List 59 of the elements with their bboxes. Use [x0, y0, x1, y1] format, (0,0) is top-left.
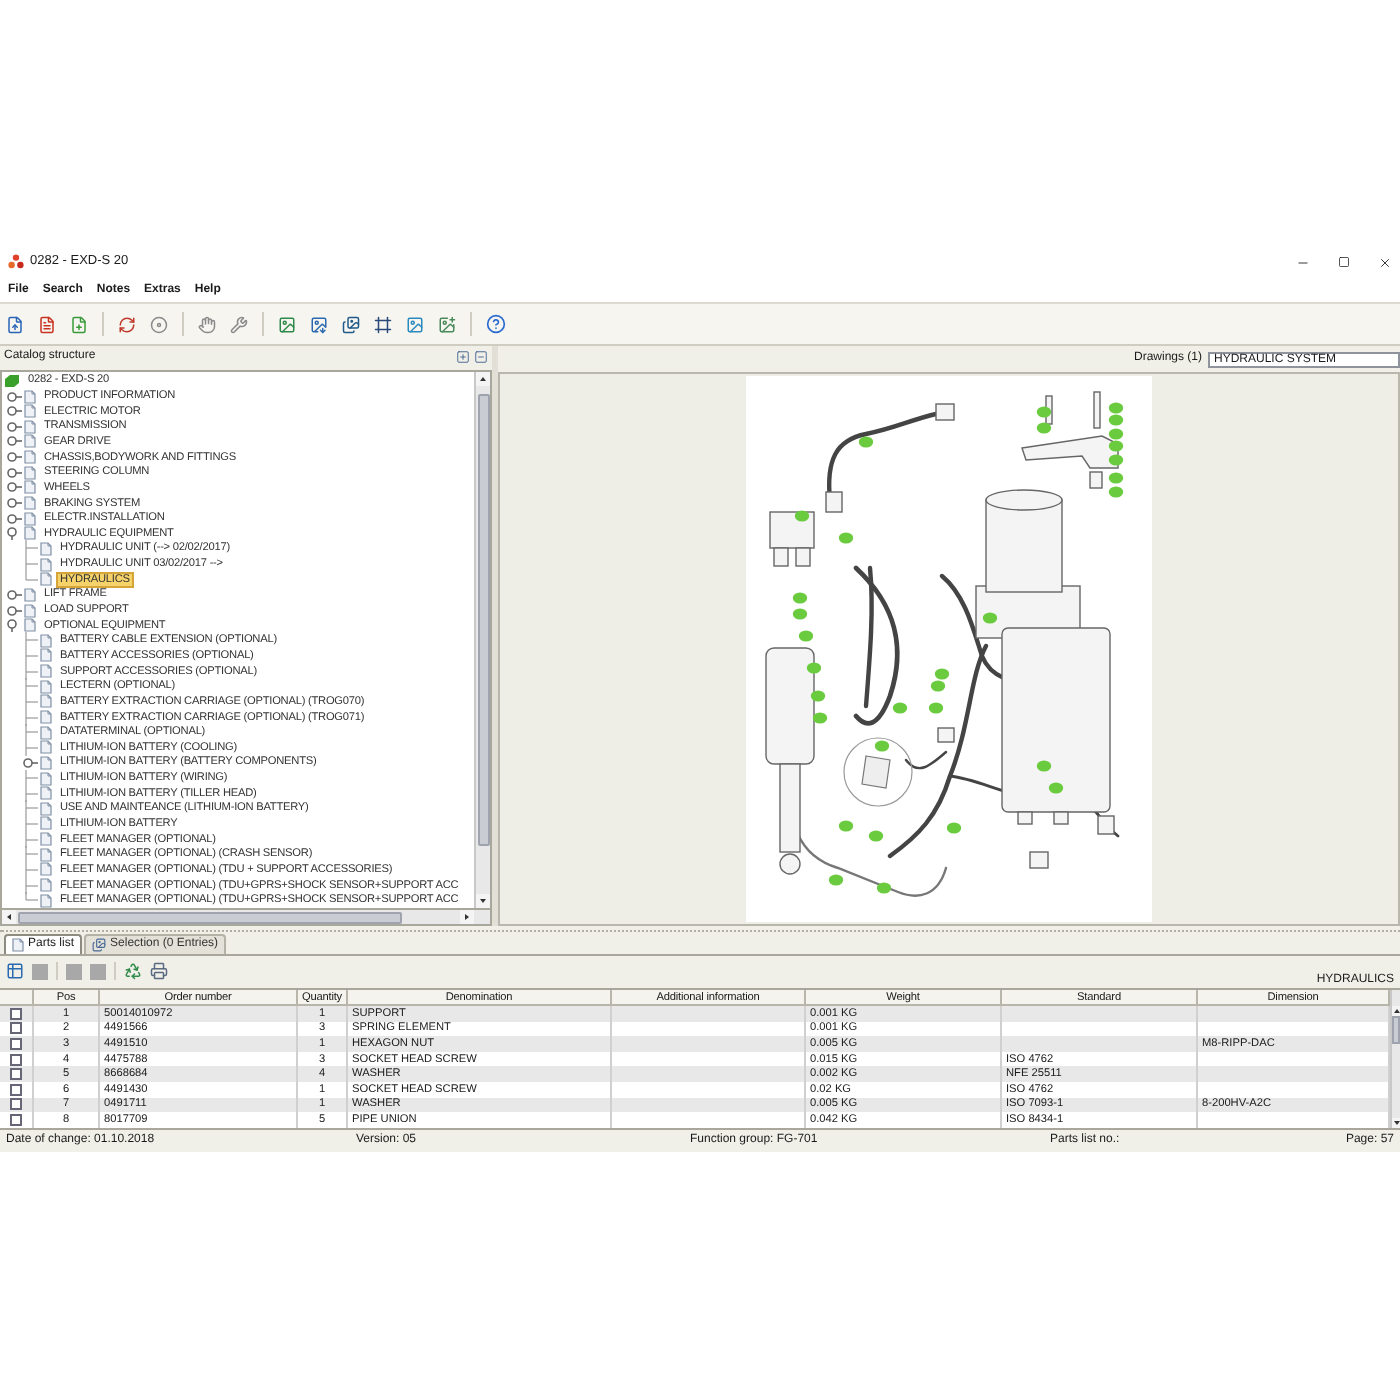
tree-handle-icon[interactable]	[6, 419, 22, 434]
pictures-icon[interactable]	[342, 315, 360, 333]
tree-handle-icon[interactable]	[6, 450, 22, 465]
document-icon	[12, 938, 24, 952]
document-arrow-icon[interactable]	[6, 315, 24, 333]
tree-handle-icon[interactable]	[6, 434, 22, 449]
tree-handle-icon[interactable]	[6, 496, 22, 511]
collapse-all-icon[interactable]	[474, 350, 488, 365]
tree-handle-icon[interactable]	[6, 603, 22, 617]
picture-plus-icon[interactable]	[438, 315, 456, 333]
picture-icon[interactable]	[310, 315, 328, 333]
expand-all-icon[interactable]	[456, 350, 470, 365]
recycle-icon[interactable]	[124, 962, 142, 980]
app-logo-icon	[8, 254, 24, 270]
pictures-icon	[92, 938, 107, 952]
scroll-up-icon[interactable]	[476, 371, 490, 386]
tree-handle-icon[interactable]	[6, 465, 22, 480]
printer-icon[interactable]	[150, 962, 168, 980]
scroll-down-icon[interactable]	[476, 894, 490, 908]
vertical-scrollbar[interactable]	[474, 371, 490, 908]
scroll-down-icon[interactable]	[1392, 1117, 1400, 1128]
row-checkbox[interactable]	[10, 1053, 22, 1066]
help-icon[interactable]	[486, 314, 506, 334]
tree-handle-icon[interactable]	[6, 511, 22, 526]
tree-handle-icon[interactable]	[6, 389, 22, 404]
picture-icon[interactable]	[278, 315, 296, 333]
scroll-up-icon[interactable]	[1392, 1006, 1400, 1016]
row-checkbox[interactable]	[10, 1113, 22, 1126]
row-checkbox[interactable]	[10, 1022, 22, 1035]
document-icon[interactable]	[38, 315, 56, 333]
row-checkbox[interactable]	[10, 1083, 22, 1096]
tree-handle-icon[interactable]	[6, 587, 22, 602]
refresh-icon[interactable]	[118, 315, 136, 333]
scroll-left-icon[interactable]	[2, 910, 16, 924]
tree-handle-icon[interactable]	[6, 404, 22, 419]
row-checkbox[interactable]	[10, 1037, 22, 1050]
row-checkbox[interactable]	[10, 1007, 22, 1020]
scrollbar-thumb[interactable]	[1392, 1016, 1400, 1044]
wrench-icon[interactable]	[230, 315, 248, 333]
vertical-scrollbar[interactable]	[1390, 990, 1400, 1128]
root-node-icon	[4, 373, 20, 388]
disc-icon[interactable]	[150, 315, 168, 333]
tree-handle-icon[interactable]	[22, 755, 38, 770]
close-icon[interactable]	[1378, 255, 1392, 269]
scrollbar-thumb[interactable]	[18, 911, 402, 923]
tree-handle-icon[interactable]	[6, 480, 22, 495]
tree-handle-icon[interactable]	[6, 618, 22, 633]
table-icon[interactable]	[6, 962, 24, 980]
hand-icon[interactable]	[198, 315, 216, 333]
frame-icon[interactable]	[374, 315, 392, 333]
scrollbar-thumb[interactable]	[477, 393, 489, 846]
tree-handle-icon[interactable]	[6, 526, 22, 541]
horizontal-scrollbar[interactable]	[0, 910, 492, 926]
picture-icon[interactable]	[406, 315, 424, 333]
scroll-right-icon[interactable]	[460, 910, 474, 924]
document-plus-icon[interactable]	[70, 315, 88, 333]
maximize-icon[interactable]	[1338, 256, 1350, 268]
row-checkbox[interactable]	[10, 1098, 22, 1111]
row-checkbox[interactable]	[10, 1068, 22, 1081]
